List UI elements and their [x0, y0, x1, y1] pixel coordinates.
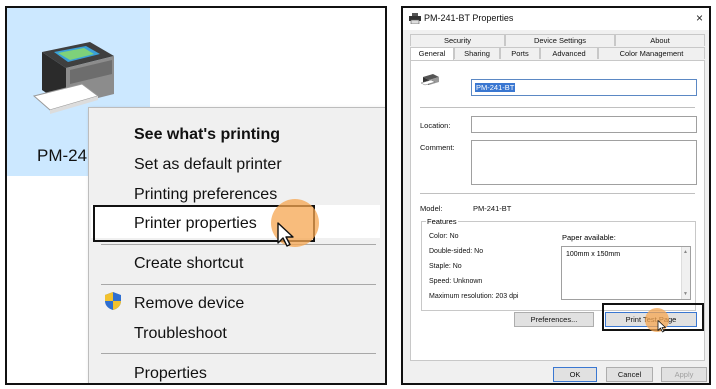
paper-available-label: Paper available:	[562, 233, 616, 242]
paper-list[interactable]: 100mm x 150mm ▲ ▼	[561, 246, 691, 300]
dialog-title: PM-241-BT Properties	[424, 13, 514, 23]
tutorial-screenshot: PM-241-BT See what's printing Set as def…	[0, 0, 716, 389]
list-item[interactable]: 100mm x 150mm	[566, 251, 620, 258]
divider	[420, 193, 695, 194]
divider	[420, 107, 695, 108]
feature-max-resolution: Maximum resolution: 203 dpi	[429, 293, 519, 300]
dialog-titlebar[interactable]: PM-241-BT Properties ×	[403, 8, 709, 30]
tab-row-top: Security Device Settings About	[410, 34, 705, 46]
tab-about[interactable]: About	[615, 34, 705, 46]
desktop-panel: PM-241-BT See what's printing Set as def…	[5, 6, 387, 385]
tab-ports[interactable]: Ports	[500, 47, 540, 59]
mouse-cursor-icon	[657, 320, 666, 333]
feature-double-sided: Double-sided: No	[429, 248, 484, 255]
menu-item-see-whats-printing[interactable]: See what's printing	[134, 126, 280, 144]
feature-staple: Staple: No	[429, 263, 462, 270]
comment-label: Comment:	[420, 143, 455, 152]
cancel-button[interactable]: Cancel	[606, 367, 653, 382]
close-button[interactable]: ×	[696, 11, 703, 25]
tab-advanced[interactable]: Advanced	[540, 47, 598, 59]
menu-item-printing-preferences[interactable]: Printing preferences	[134, 186, 277, 204]
scroll-up-icon[interactable]: ▲	[683, 249, 688, 255]
menu-item-troubleshoot[interactable]: Troubleshoot	[134, 325, 227, 343]
menu-item-remove-device[interactable]: Remove device	[134, 295, 244, 313]
comment-input[interactable]	[471, 140, 697, 185]
location-input[interactable]	[471, 116, 697, 133]
menu-item-properties[interactable]: Properties	[134, 365, 207, 383]
tab-security[interactable]: Security	[410, 34, 505, 46]
tab-general[interactable]: General	[410, 47, 454, 60]
printer-name-input[interactable]: PM-241-BT	[471, 79, 697, 96]
preferences-button[interactable]: Preferences...	[514, 312, 594, 327]
menu-separator	[101, 353, 376, 354]
scroll-down-icon[interactable]: ▼	[683, 291, 688, 297]
feature-color: Color: No	[429, 233, 459, 240]
scrollbar[interactable]: ▲ ▼	[681, 247, 690, 299]
context-menu: See what's printing Set as default print…	[88, 107, 385, 383]
feature-speed: Speed: Unknown	[429, 278, 483, 285]
tab-color-management[interactable]: Color Management	[598, 47, 705, 59]
ok-button[interactable]: OK	[553, 367, 597, 382]
printer-icon	[421, 74, 439, 86]
tab-sharing[interactable]: Sharing	[454, 47, 500, 59]
tab-row-bottom: General Sharing Ports Advanced Color Man…	[410, 47, 705, 60]
model-value: PM-241-BT	[473, 204, 512, 213]
printer-icon	[409, 13, 421, 24]
menu-item-create-shortcut[interactable]: Create shortcut	[134, 255, 243, 273]
menu-item-set-default[interactable]: Set as default printer	[134, 156, 282, 174]
location-label: Location:	[420, 121, 451, 130]
properties-dialog: PM-241-BT Properties × Security Device S…	[401, 6, 711, 385]
model-label: Model:	[420, 204, 443, 213]
apply-button[interactable]: Apply	[661, 367, 707, 382]
tab-device-settings[interactable]: Device Settings	[505, 34, 615, 46]
menu-separator	[101, 244, 376, 245]
mouse-cursor-icon	[277, 222, 294, 247]
menu-separator	[101, 284, 376, 285]
shield-icon	[105, 292, 121, 310]
features-group: Features Color: No Double-sided: No Stap…	[421, 217, 696, 311]
features-legend: Features	[426, 217, 458, 226]
printer-name-value: PM-241-BT	[475, 83, 516, 92]
